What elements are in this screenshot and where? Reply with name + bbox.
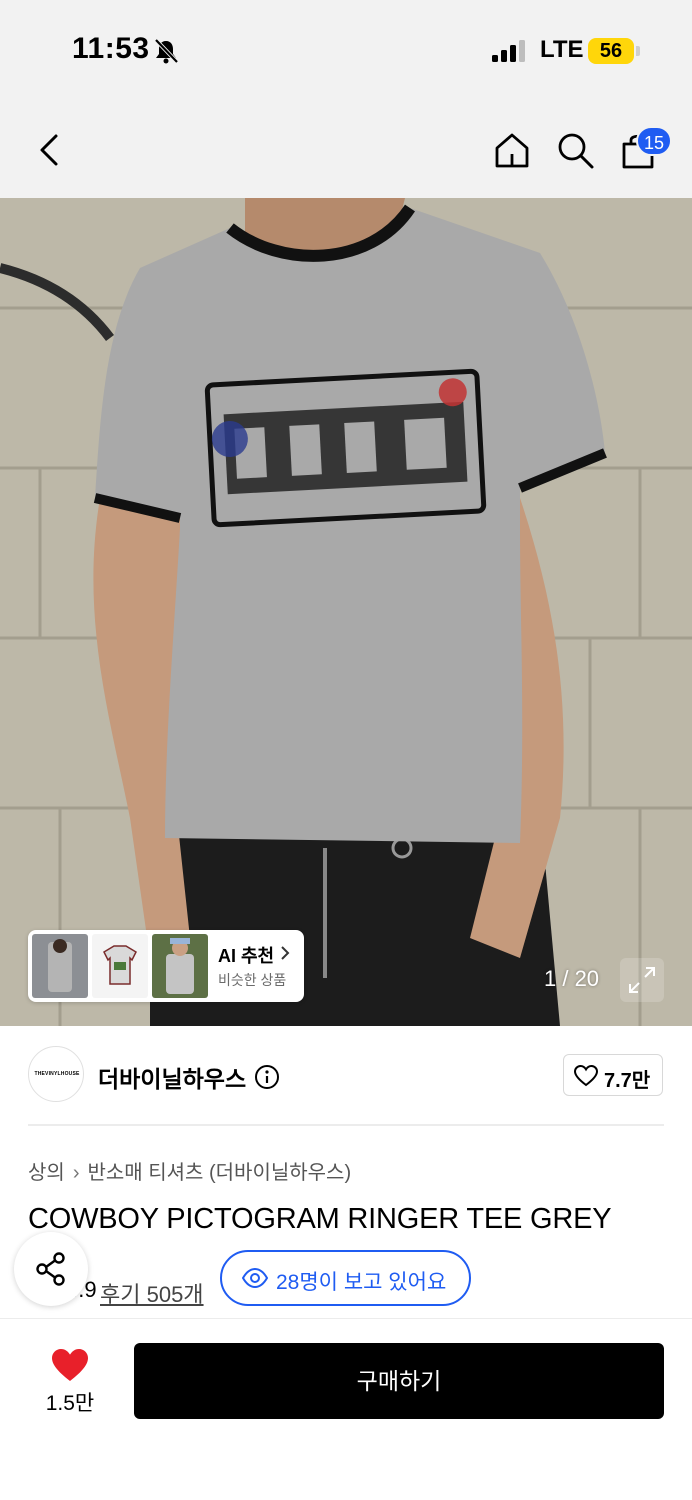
- wish-count: 1.5만: [45, 1392, 95, 1415]
- photo-counter: 1 / 20: [544, 966, 600, 991]
- brand-like-count: 7.7만: [604, 1070, 651, 1092]
- status-time: 11:53: [72, 32, 150, 65]
- viewers-text: 28명이 보고 있어요: [276, 1271, 447, 1294]
- brand-logo[interactable]: THEVINYLHOUSE: [28, 1046, 84, 1102]
- search-icon[interactable]: [555, 130, 595, 170]
- bottom-action-bar: 1.5만 구매하기: [0, 1318, 692, 1500]
- share-button[interactable]: [14, 1232, 88, 1306]
- product-image-gallery[interactable]: AI 추천 비슷한 상품 1 / 20: [0, 198, 692, 1026]
- battery-tip: [636, 46, 640, 56]
- brand-name[interactable]: 더바이닐하우스: [98, 1060, 246, 1094]
- brand-logo-text: THEVINYLHOUSE: [34, 1071, 80, 1077]
- ai-recommend-subtitle: 비슷한 상품: [218, 972, 287, 988]
- chevron-right-icon: ›: [72, 1162, 80, 1184]
- ai-recommend-thumb-3[interactable]: [152, 934, 208, 998]
- ai-recommend-card[interactable]: AI 추천 비슷한 상품: [28, 930, 304, 1002]
- expand-icon[interactable]: [620, 958, 664, 1002]
- breadcrumb-category[interactable]: 상의: [28, 1162, 65, 1184]
- signal-icon: [492, 40, 525, 62]
- eye-icon: [242, 1267, 268, 1289]
- buy-button[interactable]: 구매하기: [134, 1343, 664, 1419]
- ai-recommend-title: AI 추천: [218, 946, 275, 966]
- divider: [28, 1124, 664, 1126]
- review-count-link[interactable]: 후기 505개: [100, 1277, 204, 1309]
- cart-count-badge: 15: [636, 126, 673, 156]
- ai-recommend-thumb-1[interactable]: [32, 934, 88, 998]
- network-label: LTE: [540, 36, 584, 63]
- share-icon: [36, 1252, 65, 1286]
- breadcrumb-subcategory[interactable]: 반소매 티셔츠 (더바이닐하우스): [87, 1162, 351, 1184]
- product-title: COWBOY PICTOGRAM RINGER TEE GREY: [28, 1203, 612, 1235]
- breadcrumb: 상의 › 반소매 티셔츠 (더바이닐하우스): [28, 1156, 351, 1185]
- battery-indicator: 56: [588, 38, 634, 64]
- top-nav-bar: 15: [0, 100, 692, 198]
- info-icon[interactable]: [254, 1064, 280, 1090]
- ai-recommend-thumb-2[interactable]: [92, 934, 148, 998]
- status-bar: 11:53 LTE 56: [0, 0, 692, 100]
- heart-outline-icon: [574, 1065, 598, 1087]
- viewers-pill: 28명이 보고 있어요: [220, 1250, 471, 1306]
- product-page: 11:53 LTE 56 15 AI 추천 비슷한 상품 1 / 20 THEV…: [0, 0, 692, 1500]
- bell-muted-icon: [154, 38, 179, 64]
- brand-like-button[interactable]: 7.7만: [563, 1054, 663, 1096]
- chevron-right-icon: [281, 946, 290, 960]
- product-photo: [0, 198, 692, 1026]
- back-icon[interactable]: [30, 130, 70, 170]
- heart-filled-icon[interactable]: [50, 1347, 90, 1383]
- home-icon[interactable]: [492, 130, 532, 170]
